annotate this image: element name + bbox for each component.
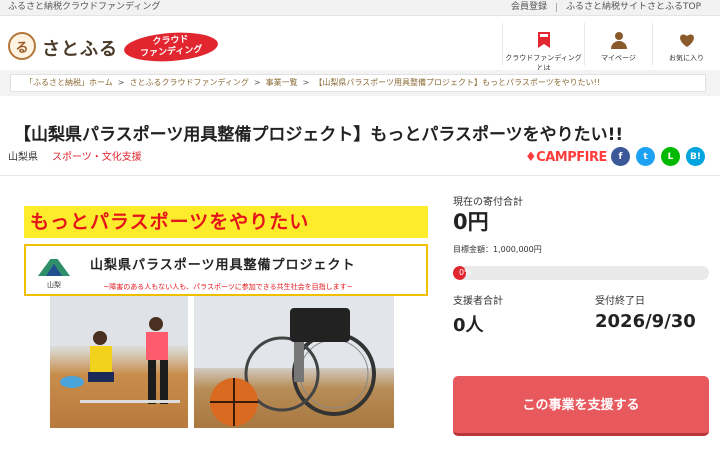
progress-bar: 0% bbox=[453, 266, 709, 280]
nav-favorites[interactable]: お気に入り bbox=[652, 23, 720, 65]
register-link[interactable]: 会員登録 bbox=[502, 0, 556, 15]
photo-kids-playing bbox=[50, 296, 188, 428]
deadline-date: 2026/9/30 bbox=[595, 311, 696, 332]
site-tagline: ふるさと納税クラウドファンディング bbox=[8, 2, 161, 12]
support-button[interactable]: この事業を支援する bbox=[453, 376, 709, 436]
progress-percent: 0% bbox=[459, 268, 472, 277]
goal-amount: 目標金額：1,000,000円 bbox=[453, 245, 542, 254]
line-icon[interactable]: L bbox=[661, 147, 680, 166]
top-strip: ふるさと納税クラウドファンディング 会員登録 ふるさと納税サイトさとふるTOP bbox=[0, 0, 720, 16]
crumb-current: 【山梨県パラスポーツ用具整備プロジェクト】もっとパラスポーツをやりたい!! bbox=[314, 78, 601, 87]
project-meta: 山梨県 スポーツ・文化支援 bbox=[8, 148, 142, 163]
top-links: 会員登録 ふるさと納税サイトさとふるTOP bbox=[502, 0, 710, 15]
banner-subtitle-box: 山梨 山梨県パラスポーツ用具整備プロジェクト ~障害のある人もない人も、パラスポ… bbox=[24, 244, 428, 296]
prefecture-label[interactable]: 山梨県 bbox=[8, 152, 38, 163]
site-header: る さとふる クラウド ファンディング クラウドファンディングとは マイページ … bbox=[0, 17, 720, 72]
person-icon bbox=[610, 32, 627, 49]
banner-subtitle: 山梨県パラスポーツ用具整備プロジェクト bbox=[90, 258, 356, 273]
nav-mypage[interactable]: マイページ bbox=[584, 23, 652, 65]
logo-text[interactable]: さとふる bbox=[42, 35, 118, 61]
nav-label: マイページ bbox=[601, 54, 636, 62]
total-amount: 0円 bbox=[453, 210, 489, 234]
crumb-arrow-icon: > bbox=[302, 78, 310, 87]
crumb-arrow-icon: > bbox=[253, 78, 261, 87]
campfire-logo[interactable]: ♦CAMPFIRE bbox=[525, 150, 607, 165]
satofull-top-link[interactable]: ふるさと納税サイトさとふるTOP bbox=[557, 0, 710, 15]
page-title: 【山梨県パラスポーツ用具整備プロジェクト】もっとパラスポーツをやりたい!! bbox=[14, 125, 624, 145]
kids-illustration bbox=[50, 296, 188, 404]
heart-icon bbox=[679, 34, 694, 47]
crumb-crowdfunding[interactable]: さとふるクラウドファンディング bbox=[129, 78, 248, 87]
supporters-label: 支援者合計 bbox=[453, 296, 503, 307]
breadcrumb: 「ふるさと納税」ホーム > さとふるクラウドファンディング > 事業一覧 > 【山梨県パラス… bbox=[10, 74, 706, 92]
logo-mark[interactable]: る bbox=[8, 32, 36, 60]
mountain-icon bbox=[38, 254, 70, 276]
facebook-icon[interactable]: f bbox=[611, 147, 630, 166]
wheelchair-illustration bbox=[194, 296, 394, 426]
banner-note: ~障害のある人もない人も、パラスポーツに参加できる共生社会を目指します~ bbox=[103, 283, 353, 291]
breadcrumb-area: 「ふるさと納税」ホーム > さとふるクラウドファンディング > 事業一覧 > 【山梨県パラス… bbox=[0, 70, 720, 96]
flame-icon: ♦ bbox=[525, 150, 537, 165]
deadline-label: 受付終了日 bbox=[595, 296, 645, 307]
crumb-list[interactable]: 事業一覧 bbox=[266, 78, 298, 87]
nav-about-crowdfunding[interactable]: クラウドファンディングとは bbox=[502, 23, 584, 72]
crumb-home[interactable]: 「ふるさと納税」ホーム bbox=[25, 78, 113, 87]
photo-wheelchair-basketball bbox=[194, 296, 394, 428]
supporters-count: 0人 bbox=[453, 315, 484, 336]
bookmark-icon bbox=[537, 32, 550, 48]
platform-name: CAMPFIRE bbox=[536, 150, 607, 165]
nav-label: お気に入り bbox=[669, 54, 704, 62]
banner-headline: もっとパラスポーツをやりたい bbox=[24, 206, 428, 238]
crowdfunding-badge[interactable]: クラウド ファンディング bbox=[123, 29, 219, 65]
crumb-arrow-icon: > bbox=[117, 78, 125, 87]
project-banner: もっとパラスポーツをやりたい 山梨 山梨県パラスポーツ用具整備プロジェクト ~障… bbox=[18, 200, 428, 430]
share-buttons: f t L B! bbox=[611, 147, 705, 166]
category-label[interactable]: スポーツ・文化支援 bbox=[52, 152, 142, 163]
header-nav: クラウドファンディングとは マイページ お気に入り bbox=[502, 23, 720, 72]
divider bbox=[0, 175, 720, 176]
twitter-icon[interactable]: t bbox=[636, 147, 655, 166]
hatena-icon[interactable]: B! bbox=[686, 147, 705, 166]
